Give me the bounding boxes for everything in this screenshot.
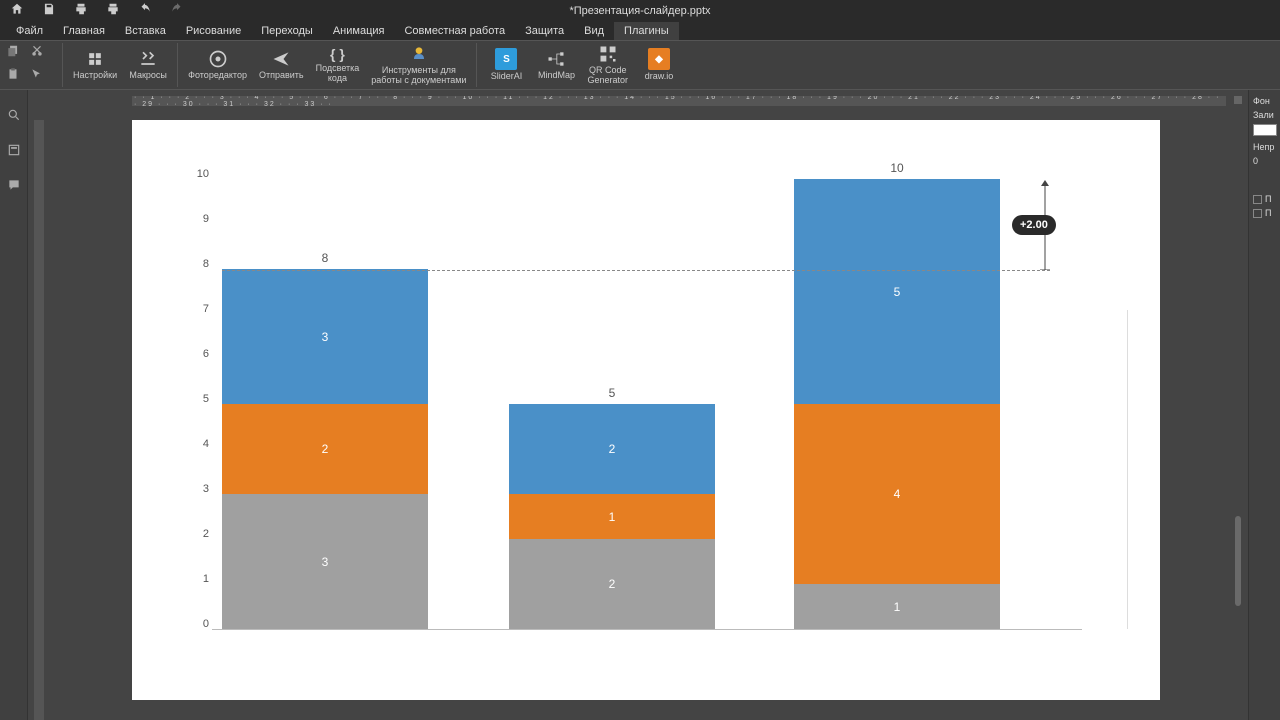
clipboard-tools: [4, 40, 54, 90]
segment-blue: 5: [794, 179, 1000, 404]
bar-group-1[interactable]: 212 5: [509, 179, 715, 629]
slides-panel-icon[interactable]: [7, 143, 21, 162]
opacity-value: 0: [1253, 156, 1276, 166]
segment-gray: 3: [222, 494, 428, 629]
menu-плагины[interactable]: Плагины: [614, 22, 679, 40]
menu-анимация[interactable]: Анимация: [323, 22, 395, 40]
vertical-ruler: [34, 120, 44, 720]
copy-icon[interactable]: [6, 44, 20, 63]
tool-drawio[interactable]: ◆draw.io: [634, 46, 684, 84]
cut-icon[interactable]: [30, 44, 44, 63]
color-swatch[interactable]: [1253, 124, 1277, 136]
horizontal-ruler: · · 1 · · · 2 · · · 3 · · · 4 · · · 5 · …: [132, 96, 1226, 106]
tool-photoedit[interactable]: Фоторедактор: [182, 47, 253, 83]
menu-защита[interactable]: Защита: [515, 22, 574, 40]
opacity-label: Непр: [1253, 142, 1276, 152]
tool-settings[interactable]: Настройки: [67, 47, 123, 83]
tool-macros[interactable]: Макросы: [123, 47, 173, 83]
diff-reference-line: [222, 270, 1050, 271]
slide-canvas[interactable]: 012345678910 3238212514510+2.00: [132, 120, 1160, 700]
fill-label: Зали: [1253, 110, 1276, 120]
tool-qrcode[interactable]: QR Code Generator: [581, 42, 634, 88]
tool-highlight[interactable]: { }Подсветка кода: [310, 44, 366, 86]
background-label: Фон: [1253, 96, 1276, 106]
diff-value-badge: +2.00: [1012, 215, 1056, 235]
paste-icon[interactable]: [6, 67, 20, 86]
sum-label: 5: [509, 386, 715, 400]
sum-label: 10: [794, 161, 1000, 175]
tool-mindmap[interactable]: MindMap: [531, 47, 581, 83]
title-bar: *Презентация-слайдер.pptx: [0, 0, 1280, 22]
checkbox-1[interactable]: П: [1253, 194, 1276, 204]
tool-sliderai[interactable]: SSliderAI: [481, 46, 531, 84]
print-icon[interactable]: [74, 2, 88, 21]
scroll-up-icon[interactable]: [1234, 96, 1242, 104]
undo-icon[interactable]: [138, 2, 152, 21]
segment-orange: 4: [794, 404, 1000, 584]
menu-вставка[interactable]: Вставка: [115, 22, 176, 40]
home-icon[interactable]: [10, 2, 24, 21]
menu-вид[interactable]: Вид: [574, 22, 614, 40]
comments-icon[interactable]: [7, 178, 21, 197]
segment-orange: 1: [509, 494, 715, 539]
redo-icon[interactable]: [170, 2, 184, 21]
segment-gray: 2: [509, 539, 715, 629]
segment-blue: 3: [222, 269, 428, 404]
menu-рисование[interactable]: Рисование: [176, 22, 251, 40]
document-title: *Презентация-слайдер.pptx: [569, 5, 710, 17]
tool-doctools[interactable]: Инструменты для работы с документами: [365, 42, 472, 88]
segment-gray: 1: [794, 584, 1000, 629]
sum-label: 8: [222, 251, 428, 265]
menu-файл[interactable]: Файл: [6, 22, 53, 40]
stacked-bar-chart[interactable]: 012345678910 3238212514510+2.00: [167, 180, 1212, 700]
bar-group-0[interactable]: 323 8: [222, 179, 428, 629]
segment-blue: 2: [509, 404, 715, 494]
save-icon[interactable]: [42, 2, 56, 21]
menu-переходы[interactable]: Переходы: [251, 22, 323, 40]
editor-area: · · 1 · · · 2 · · · 3 · · · 4 · · · 5 · …: [28, 90, 1248, 720]
search-icon[interactable]: [7, 108, 21, 127]
menu-bar: ФайлГлавнаяВставкаРисованиеПереходыАнима…: [0, 22, 1280, 40]
segment-orange: 2: [222, 404, 428, 494]
checkbox-2[interactable]: П: [1253, 208, 1276, 218]
menu-главная[interactable]: Главная: [53, 22, 115, 40]
left-sidebar: [0, 90, 28, 720]
tool-send[interactable]: Отправить: [253, 47, 310, 83]
plugin-toolbar: НастройкиМакросыФоторедакторОтправить{ }…: [0, 40, 1280, 90]
print-preview-icon[interactable]: [106, 2, 120, 21]
right-properties-panel: Фон Зали Непр 0 П П: [1248, 90, 1280, 720]
bar-group-2[interactable]: 14510: [794, 179, 1000, 629]
select-icon[interactable]: [30, 67, 44, 86]
vertical-scrollbar[interactable]: [1235, 516, 1241, 606]
menu-совместная работа[interactable]: Совместная работа: [394, 22, 515, 40]
